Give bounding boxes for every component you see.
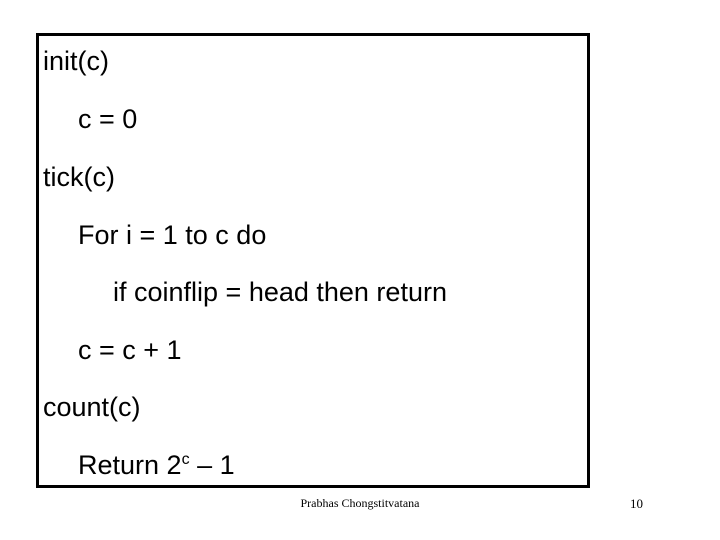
code-line-increment-c: c = c + 1 (78, 335, 182, 365)
return-exponent-superscript: c (181, 451, 190, 468)
code-line-init: init(c) (43, 46, 109, 76)
footer-author-name: Prabhas Chongstitvatana (300, 496, 420, 510)
code-line-count: count(c) (43, 392, 141, 422)
slide-canvas: init(c) c = 0 tick(c) For i = 1 to c do … (0, 0, 720, 540)
code-line-return-expression: Return 2c – 1 (78, 450, 235, 480)
pseudocode-text-box[interactable]: init(c) c = 0 tick(c) For i = 1 to c do … (36, 33, 590, 488)
return-prefix: Return 2 (78, 450, 182, 480)
code-line-for-loop: For i = 1 to c do (78, 220, 267, 250)
code-line-c-equals-0: c = 0 (78, 104, 138, 134)
footer-page-number: 10 (630, 496, 643, 511)
code-line-tick: tick(c) (43, 162, 115, 192)
code-line-if-coinflip: if coinflip = head then return (113, 277, 447, 307)
return-suffix: – 1 (189, 450, 235, 480)
